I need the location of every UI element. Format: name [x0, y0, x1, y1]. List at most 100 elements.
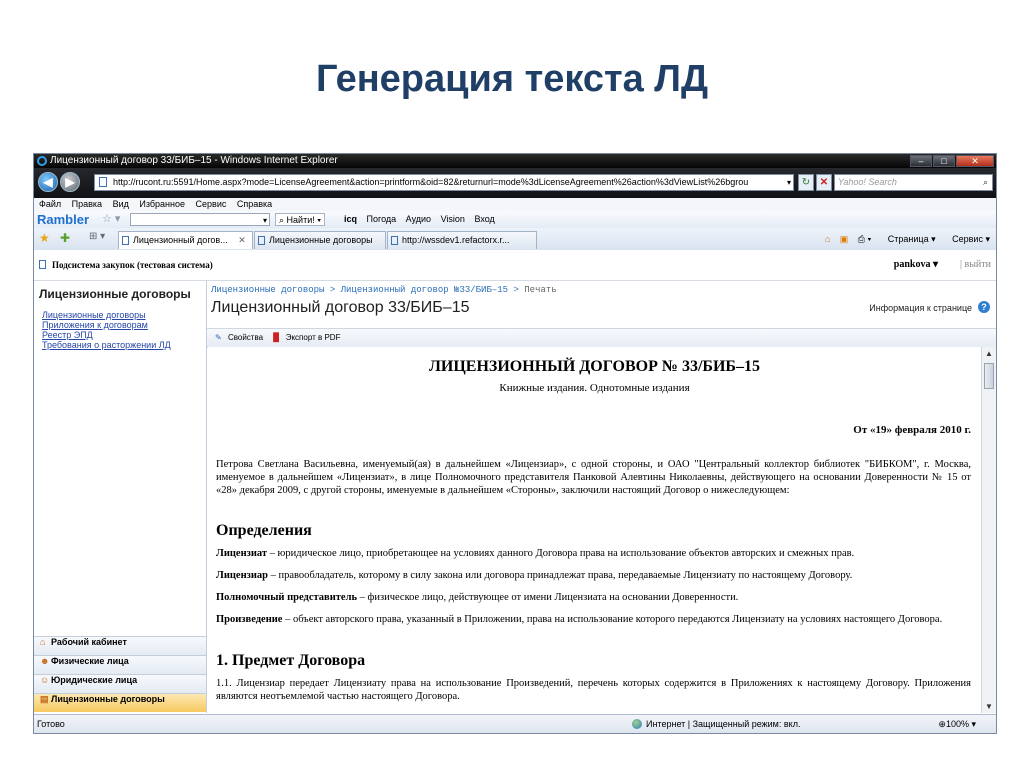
page-info-link[interactable]: Информация к странице: [869, 303, 972, 313]
refresh-button[interactable]: ↻: [798, 174, 814, 191]
star-icon[interactable]: ☆ ▾: [102, 211, 120, 228]
security-zone[interactable]: Интернет | Защищенный режим: вкл.: [632, 715, 800, 733]
menu-tools[interactable]: Сервис: [196, 199, 227, 209]
document-icon: ▤: [40, 694, 49, 704]
page-icon: [258, 236, 265, 245]
menu-help[interactable]: Справка: [237, 199, 272, 209]
close-tab-icon[interactable]: ✕: [238, 235, 246, 245]
address-row: ◀ ▶ http://rucont.ru:5591/Home.aspx?mode…: [34, 168, 996, 198]
close-window-button[interactable]: ✕: [956, 155, 994, 167]
find-label: Найти!: [286, 215, 315, 225]
breadcrumb-link[interactable]: Лицензионные договоры: [211, 285, 324, 295]
rambler-search-input[interactable]: [130, 212, 270, 229]
minimize-button[interactable]: –: [910, 155, 932, 167]
definition-item: Полномочный представитель – физическое л…: [216, 591, 971, 604]
export-pdf-button[interactable]: ▉ Экспорт в PDF: [269, 333, 340, 342]
zoom-level: 100%: [945, 719, 969, 729]
nav-section-label: Физические лица: [51, 656, 129, 666]
nav-links: Лицензионные договоры Приложения к догов…: [42, 310, 171, 350]
page-icon: [99, 177, 107, 187]
definition-item: Произведение – объект авторского права, …: [216, 613, 971, 626]
definition-term: Произведение: [216, 614, 283, 625]
maximize-button[interactable]: □: [933, 155, 955, 167]
chevron-down-icon[interactable]: ▾: [787, 175, 791, 190]
definition-text: – правообладатель, которому в силу закон…: [268, 570, 853, 581]
scroll-thumb[interactable]: [984, 363, 994, 389]
user-menu[interactable]: pankova ▾: [894, 259, 938, 270]
nav-link-epd-registry[interactable]: Реестр ЭПД: [42, 330, 171, 340]
definition-item: Лицензиар – правообладатель, которому в …: [216, 569, 971, 582]
document-subtitle: Книжные издания. Однотомные издания: [499, 382, 690, 394]
status-ready: Готово: [37, 719, 65, 729]
vision-button[interactable]: Vision: [441, 214, 465, 224]
breadcrumb-link[interactable]: Лицензионный договор №33/БИБ–15: [341, 285, 508, 295]
site-icon: [39, 260, 46, 269]
breadcrumb-current: Печать: [524, 285, 557, 295]
nav-section-legal-entities[interactable]: ☺ Юридические лица: [34, 674, 206, 693]
document-scrollbar[interactable]: ▲ ▼: [981, 347, 996, 713]
page-menu-button[interactable]: Страница ▾: [881, 234, 936, 244]
back-button[interactable]: ◀: [38, 172, 58, 192]
menu-file[interactable]: Файл: [39, 199, 61, 209]
window-title: Лицензионный договор 33/БИБ–15 - Windows…: [50, 155, 338, 166]
icq-button[interactable]: icq: [344, 214, 357, 224]
nav-section-individuals[interactable]: ☻ Физические лица: [34, 655, 206, 674]
site-title: Подсистема закупок (тестовая система): [52, 260, 213, 270]
definitions-heading: Определения: [216, 522, 312, 539]
nav-section-license-agreements[interactable]: ▤ Лицензионные договоры: [34, 693, 206, 712]
help-icon[interactable]: ?: [978, 301, 990, 313]
nav-sections: ⌂ Рабочий кабинет ☻ Физические лица ☺ Юриди…: [34, 636, 206, 712]
document-date: От «19» февраля 2010 г.: [853, 424, 971, 436]
ie-logo-icon: [37, 156, 47, 166]
app-header: Подсистема закупок (тестовая система) pa…: [34, 250, 996, 281]
address-bar[interactable]: http://rucont.ru:5591/Home.aspx?mode=Lic…: [94, 174, 794, 191]
nav-link-appendices[interactable]: Приложения к договорам: [42, 320, 171, 330]
nav-section-label: Рабочий кабинет: [51, 637, 127, 647]
tab-license-agreement[interactable]: Лицензионный догов... ✕: [118, 231, 253, 249]
command-bar: ⌂ ▣ ⎙ ▾ Страница ▾ Сервис ▾: [818, 231, 990, 248]
tab-wssdev[interactable]: http://wssdev1.refactorx.r...: [387, 231, 537, 249]
pdf-icon: ▉: [273, 333, 280, 342]
page-title: Лицензионный договор 33/БИБ–15: [211, 299, 470, 316]
stop-button[interactable]: ✕: [816, 174, 832, 191]
favorites-star-icon[interactable]: ★: [39, 231, 50, 245]
search-icon[interactable]: ⌕: [983, 175, 988, 190]
nav-link-termination[interactable]: Требования о расторжении ЛД: [42, 340, 171, 350]
rambler-find-button[interactable]: ⌕ Найти! ▾: [275, 213, 326, 226]
menu-favorites[interactable]: Избранное: [139, 199, 185, 209]
add-favorite-icon[interactable]: ✚: [60, 231, 70, 245]
logout-link[interactable]: | выйти: [960, 259, 991, 270]
definition-text: – физическое лицо, действующее от имени …: [357, 592, 739, 603]
tab-label: http://wssdev1.refactorx.r...: [402, 235, 510, 245]
window-title-bar: Лицензионный договор 33/БИБ–15 - Windows…: [34, 154, 996, 168]
properties-button[interactable]: ✎ Свойства: [211, 333, 263, 342]
scroll-up-icon[interactable]: ▲: [985, 349, 993, 358]
feeds-icon[interactable]: ▣: [840, 234, 849, 244]
home-icon: ⌂: [40, 637, 46, 647]
print-icon[interactable]: ⎙ ▾: [858, 234, 871, 244]
home-icon[interactable]: ⌂: [825, 234, 830, 244]
section1-heading: 1. Предмет Договора: [216, 652, 366, 669]
service-menu-label: Сервис: [952, 234, 983, 244]
service-menu-button[interactable]: Сервис ▾: [945, 234, 990, 244]
document-title: ЛИЦЕНЗИОННЫЙ ДОГОВОР № 33/БИБ–15: [428, 358, 760, 375]
menu-view[interactable]: Вид: [113, 199, 129, 209]
zoom-control[interactable]: ⊕100% ▾: [938, 715, 976, 733]
audio-button[interactable]: Аудио: [406, 214, 431, 224]
tab-license-agreements[interactable]: Лицензионные договоры: [254, 231, 386, 249]
quick-tabs-icon[interactable]: ⊞ ▾: [89, 231, 105, 242]
nav-section-workspace[interactable]: ⌂ Рабочий кабинет: [34, 636, 206, 655]
tab-label: Лицензионный догов...: [133, 235, 228, 245]
nav-link-license-agreements[interactable]: Лицензионные договоры: [42, 310, 171, 320]
login-button[interactable]: Вход: [474, 214, 494, 224]
document-intro: Петрова Светлана Васильевна, именуемый(а…: [216, 459, 971, 496]
status-bar: Готово Интернет | Защищенный режим: вкл.…: [34, 714, 996, 733]
section1-text: 1.1. Лицензиар передает Лицензиату права…: [216, 678, 971, 702]
address-url: http://rucont.ru:5591/Home.aspx?mode=Lic…: [113, 177, 749, 187]
page-menu-label: Страница: [887, 234, 929, 244]
forward-button[interactable]: ▶: [60, 172, 80, 192]
search-input[interactable]: Yahoo! Search ⌕: [834, 174, 993, 191]
weather-button[interactable]: Погода: [367, 214, 397, 224]
scroll-down-icon[interactable]: ▼: [985, 702, 993, 711]
menu-edit[interactable]: Правка: [72, 199, 102, 209]
